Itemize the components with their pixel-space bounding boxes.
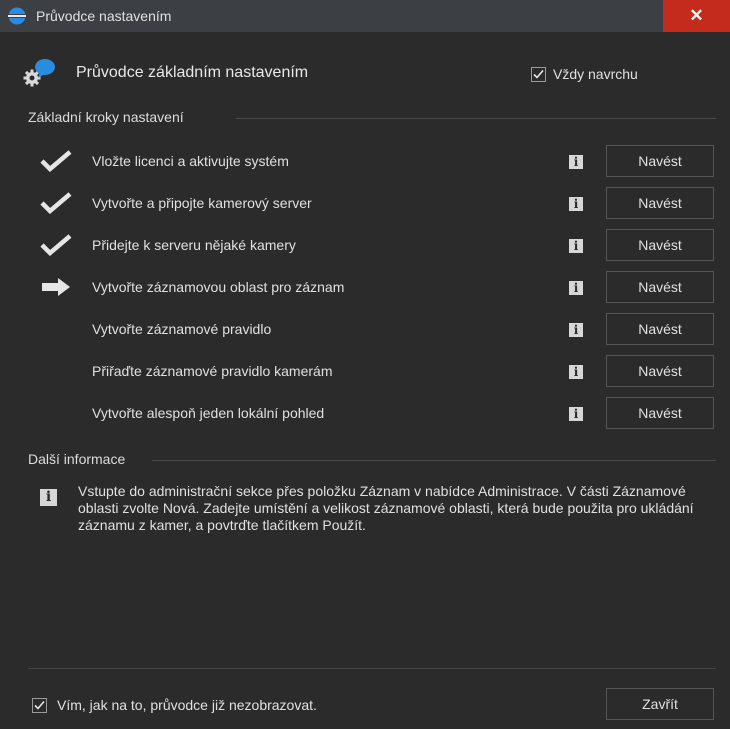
checkmark-icon bbox=[40, 150, 72, 172]
checkmark-icon bbox=[533, 69, 544, 79]
steps-section-heading: Základní kroky nastavení bbox=[28, 109, 184, 125]
info-icon[interactable]: i bbox=[569, 323, 583, 337]
info-icon[interactable]: i bbox=[569, 407, 583, 421]
info-icon[interactable]: i bbox=[569, 281, 583, 295]
info-icon: i bbox=[40, 489, 57, 506]
info-icon[interactable]: i bbox=[569, 239, 583, 253]
step-label: Vytvořte záznamové pravidlo bbox=[92, 321, 272, 337]
guide-button-step-3[interactable]: Navést bbox=[606, 229, 714, 261]
info-description: Vstupte do administrační sekce přes polo… bbox=[78, 483, 694, 533]
dont-show-again-label: Vím, jak na to, průvodce již nezobrazova… bbox=[57, 697, 317, 713]
info-icon[interactable]: i bbox=[569, 365, 583, 379]
guide-button-step-1[interactable]: Navést bbox=[606, 145, 714, 177]
window-close-button[interactable]: ✕ bbox=[663, 0, 730, 32]
section-divider bbox=[152, 460, 716, 461]
wizard-gear-chat-icon bbox=[23, 59, 55, 87]
info-icon[interactable]: i bbox=[569, 155, 583, 169]
step-label: Přiřaďte záznamové pravidlo kamerám bbox=[92, 363, 333, 379]
footer-divider bbox=[28, 668, 716, 669]
step-label: Přidejte k serveru nějaké kamery bbox=[92, 237, 296, 253]
checkmark-icon bbox=[40, 192, 72, 214]
section-divider bbox=[236, 118, 716, 119]
guide-button-step-2[interactable]: Navést bbox=[606, 187, 714, 219]
step-label: Vytvořte a připojte kamerový server bbox=[92, 195, 312, 211]
step-label: Vložte licenci a aktivujte systém bbox=[92, 153, 289, 169]
checkmark-icon bbox=[40, 234, 72, 256]
close-wizard-button[interactable]: Zavřít bbox=[606, 688, 714, 720]
title-bar: Průvodce nastavením ✕ bbox=[0, 0, 730, 33]
arrow-right-icon bbox=[42, 278, 70, 296]
step-label: Vytvořte záznamovou oblast pro záznam bbox=[92, 279, 345, 295]
checkmark-icon bbox=[34, 700, 45, 710]
info-section-heading: Další informace bbox=[28, 451, 126, 467]
guide-button-step-4[interactable]: Navést bbox=[606, 271, 714, 303]
guide-button-step-5[interactable]: Navést bbox=[606, 313, 714, 345]
step-label: Vytvořte alespoň jeden lokální pohled bbox=[92, 405, 325, 421]
dont-show-again-checkbox[interactable] bbox=[32, 698, 47, 713]
always-on-top-label: Vždy navrchu bbox=[553, 66, 638, 82]
info-icon[interactable]: i bbox=[569, 197, 583, 211]
close-icon: ✕ bbox=[689, 6, 704, 25]
guide-button-step-6[interactable]: Navést bbox=[606, 355, 714, 387]
always-on-top-checkbox[interactable] bbox=[531, 67, 546, 82]
setup-wizard-window: Průvodce nastavením ✕ Průvodce základním… bbox=[0, 0, 730, 729]
wizard-title: Průvodce základním nastavením bbox=[76, 64, 309, 81]
guide-button-step-7[interactable]: Navést bbox=[606, 397, 714, 429]
app-logo-icon bbox=[8, 7, 26, 25]
window-title: Průvodce nastavením bbox=[36, 8, 172, 24]
